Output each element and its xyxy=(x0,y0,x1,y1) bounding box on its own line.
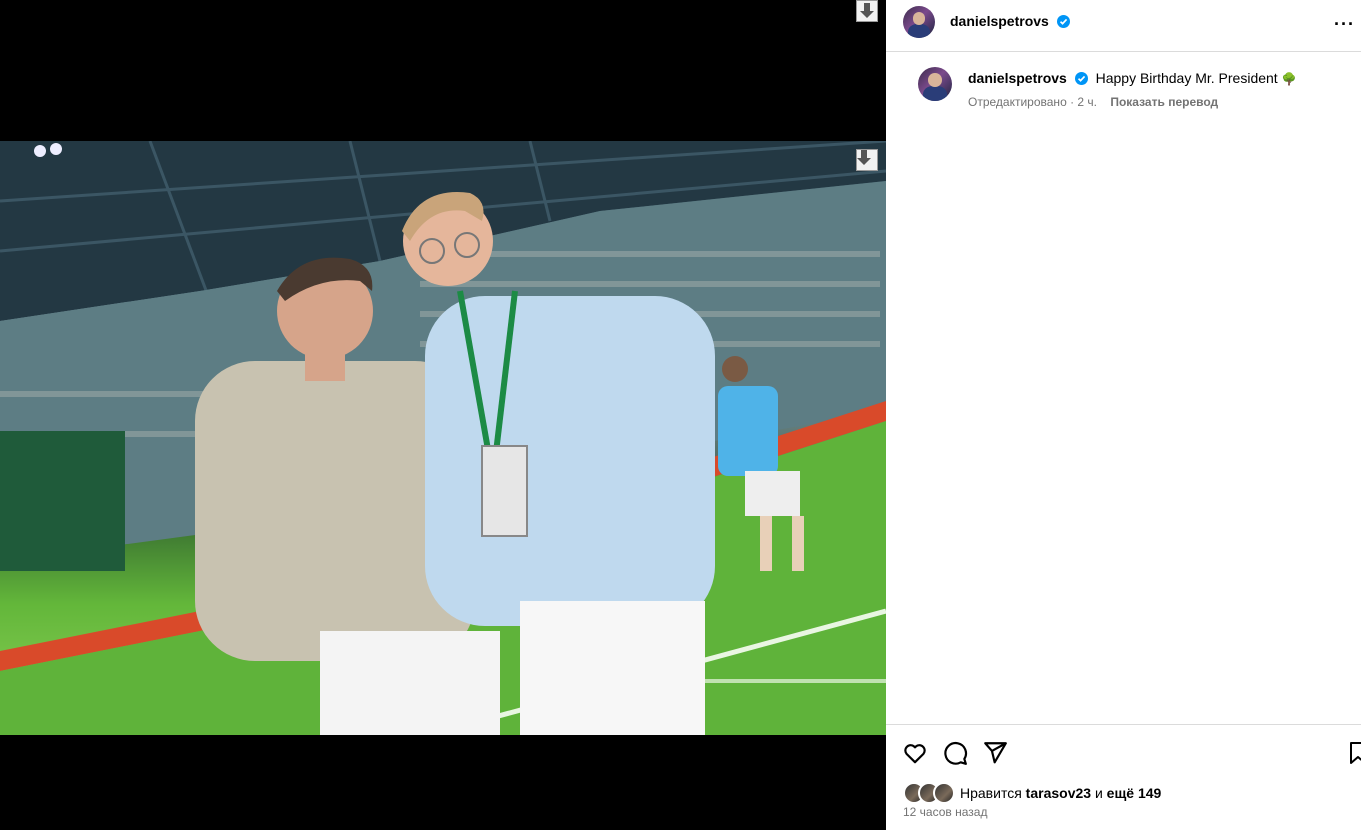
tree-emoji: 🌳 xyxy=(1281,72,1297,86)
author-info: danielspetrovs xyxy=(950,13,1071,31)
caption-avatar[interactable] xyxy=(918,67,952,101)
stadium-photo-illustration xyxy=(0,141,886,735)
likes-summary: Нравится tarasov23 и ещё 149 xyxy=(903,782,1161,804)
heart-icon[interactable] xyxy=(902,740,928,766)
edited-time: Отредактировано · 2 ч. xyxy=(968,95,1097,109)
comment-icon[interactable] xyxy=(942,740,968,766)
likes-prefix: Нравится xyxy=(960,785,1022,801)
caption-text: Happy Birthday Mr. President xyxy=(1095,70,1278,86)
bookmark-icon[interactable] xyxy=(1348,740,1361,766)
download-arrow-icon xyxy=(860,3,874,18)
more-options-button[interactable]: ··· xyxy=(1334,14,1355,35)
caption: danielspetrovs Happy Birthday Mr. Presid… xyxy=(968,70,1297,86)
likes-text: Нравится tarasov23 и ещё 149 xyxy=(960,785,1161,801)
likes-user-link[interactable]: tarasov23 xyxy=(1026,785,1091,801)
likes-count-link[interactable]: ещё 149 xyxy=(1107,785,1162,801)
author-username[interactable]: danielspetrovs xyxy=(950,13,1049,29)
post-header: danielspetrovs ··· xyxy=(886,0,1361,52)
verified-badge-icon xyxy=(1057,15,1071,28)
caption-username[interactable]: danielspetrovs xyxy=(968,70,1067,86)
post-actions: Нравится tarasov23 и ещё 149 12 часов на… xyxy=(886,724,1361,830)
verified-badge-icon xyxy=(1074,72,1088,85)
likes-connector: и xyxy=(1094,785,1103,801)
share-icon[interactable] xyxy=(982,740,1008,766)
author-avatar[interactable] xyxy=(903,6,935,38)
post-photo[interactable] xyxy=(0,141,886,735)
media-viewer xyxy=(0,0,886,830)
download-button-photo[interactable] xyxy=(856,149,878,171)
post-timestamp: 12 часов назад xyxy=(903,805,988,819)
download-button-top[interactable] xyxy=(856,0,878,22)
post-details-panel: danielspetrovs ··· danielspetrovs Happy … xyxy=(886,0,1361,830)
translate-link[interactable]: Показать перевод xyxy=(1110,95,1218,109)
caption-meta: Отредактировано · 2 ч. Показать перевод xyxy=(968,95,1218,109)
liker-avatar xyxy=(933,782,955,804)
download-arrow-icon xyxy=(857,150,871,165)
